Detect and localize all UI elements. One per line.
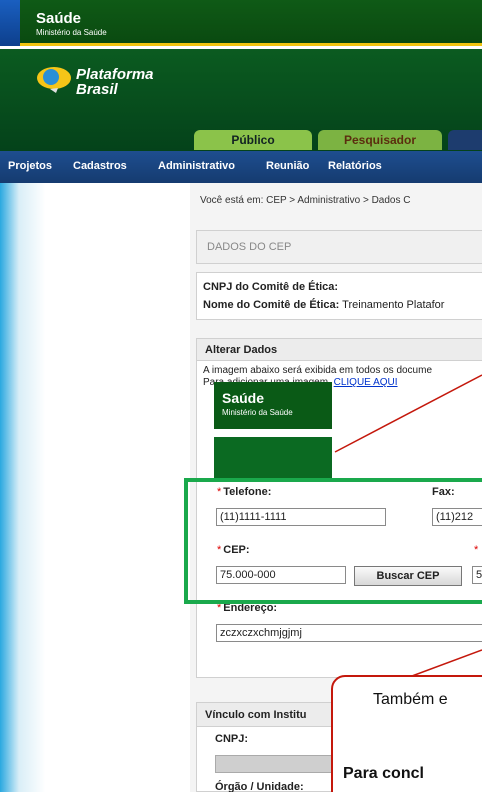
- orgao-unidade-label: Órgão / Unidade:: [215, 781, 304, 792]
- callout-line1: Também e: [373, 691, 448, 708]
- brand-name: Plataforma Brasil: [76, 67, 154, 97]
- preview-bottom: [214, 437, 332, 482]
- tab-extra[interactable]: [448, 130, 482, 150]
- logo-preview-image: Saúde Ministério da Saúde: [214, 382, 332, 482]
- tab-pesquisador[interactable]: Pesquisador: [318, 130, 442, 150]
- endereco-input[interactable]: zczxczxchmjgjmj: [216, 624, 482, 642]
- brand-name-line2: Brasil: [76, 81, 118, 98]
- preview-ministerio: Ministério da Saúde: [222, 408, 293, 417]
- cnpj-comite-label: CNPJ do Comitê de Ética:: [203, 281, 339, 293]
- ministerio-subtitle: Ministério da Saúde: [36, 28, 107, 37]
- nav-administrativo[interactable]: Administrativo: [158, 160, 235, 172]
- breadcrumb: Você está em: CEP > Administrativo > Dad…: [200, 195, 411, 206]
- highlight-box: [184, 478, 482, 604]
- brand-name-line1: Plataforma: [76, 66, 154, 83]
- vinculo-cnpj-input[interactable]: [215, 755, 335, 773]
- image-info-text: A imagem abaixo será exibida em todos os…: [203, 365, 433, 376]
- dados-cep-header: DADOS DO CEP: [196, 230, 482, 264]
- plataforma-brasil-logo-icon: [37, 67, 71, 93]
- left-panel: [0, 183, 190, 792]
- main-nav: Projetos Cadastros Administrativo Reuniã…: [0, 151, 482, 183]
- clique-aqui-link[interactable]: CLIQUE AQUI: [334, 377, 398, 388]
- saude-title: Saúde: [36, 10, 82, 27]
- nome-comite-row: Nome do Comitê de Ética: Treinamento Pla…: [203, 299, 444, 311]
- tab-publico[interactable]: Público: [194, 130, 312, 150]
- vinculo-cnpj-label: CNPJ:: [215, 733, 249, 745]
- comite-info-box: CNPJ do Comitê de Ética: Nome do Comitê …: [196, 272, 482, 320]
- gov-header-bar: Saúde Ministério da Saúde: [0, 0, 482, 46]
- nome-comite-label: Nome do Comitê de Ética:: [203, 299, 340, 311]
- nav-cadastros[interactable]: Cadastros: [73, 160, 127, 172]
- callout-line2: Para concl: [343, 765, 424, 782]
- preview-divider: [214, 429, 332, 437]
- preview-saude: Saúde: [222, 390, 265, 406]
- alterar-dados-title: Alterar Dados: [197, 339, 482, 361]
- nav-reuniao[interactable]: Reunião: [266, 160, 309, 172]
- dados-cep-title: DADOS DO CEP: [207, 241, 292, 253]
- nome-comite-value: Treinamento Platafor: [342, 299, 445, 311]
- nav-relatorios[interactable]: Relatórios: [328, 160, 382, 172]
- callout-box: Também e Para concl: [331, 675, 482, 792]
- left-edge-strip: [0, 0, 20, 46]
- nav-projetos[interactable]: Projetos: [8, 160, 52, 172]
